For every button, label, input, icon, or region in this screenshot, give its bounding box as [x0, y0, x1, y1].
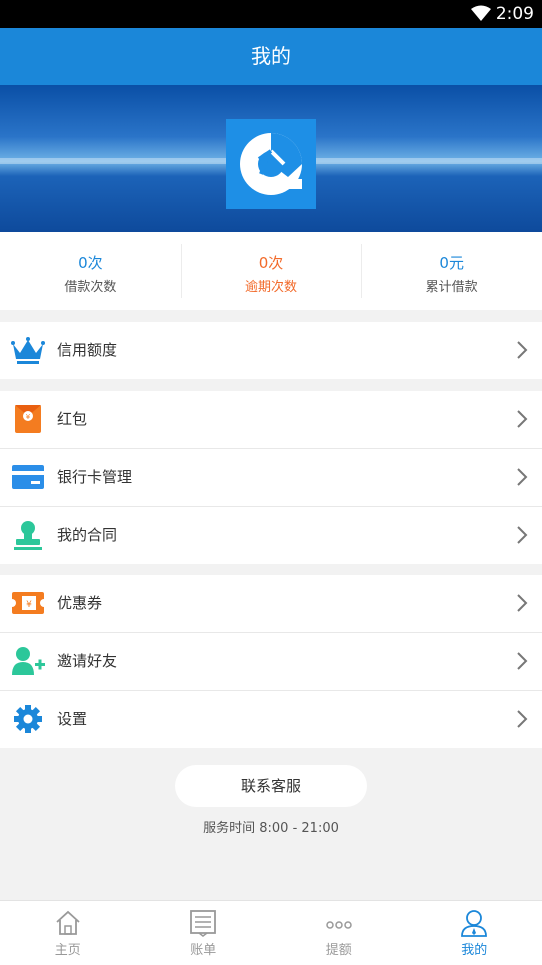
status-bar: 2:09: [0, 0, 542, 28]
menu-item-invite[interactable]: 邀请好友: [0, 633, 542, 691]
wifi-icon: [470, 5, 492, 22]
menu-label: 银行卡管理: [57, 449, 132, 506]
tab-home[interactable]: 主页: [0, 901, 136, 965]
menu-item-bank-card[interactable]: 银行卡管理: [0, 449, 542, 507]
svg-text:¥: ¥: [26, 413, 31, 421]
status-time: 2:09: [496, 4, 534, 24]
tab-raise-limit[interactable]: 提额: [271, 901, 407, 965]
page-title: 我的: [0, 28, 542, 85]
menu-label: 优惠券: [57, 575, 102, 632]
profile-icon: [460, 909, 488, 937]
chevron-right-icon: [516, 340, 528, 360]
chevron-right-icon: [516, 651, 528, 671]
contact-support-button[interactable]: 联系客服: [175, 765, 367, 807]
menu-label: 设置: [57, 691, 87, 748]
menu-item-credit-limit[interactable]: 信用额度: [0, 322, 542, 379]
bill-icon: [189, 909, 217, 937]
app-logo: [226, 119, 316, 209]
stat-value: 0次: [181, 252, 362, 273]
tab-label: 提额: [271, 939, 407, 958]
chevron-right-icon: [516, 467, 528, 487]
chevron-right-icon: [516, 593, 528, 613]
bank-card-icon: [11, 462, 45, 492]
stat-label: 借款次数: [0, 276, 181, 295]
menu-label: 红包: [57, 391, 87, 448]
chevron-right-icon: [516, 525, 528, 545]
tab-label: 账单: [136, 939, 272, 958]
add-user-icon: [11, 646, 45, 676]
service-hours: 服务时间 8:00 - 21:00: [0, 817, 542, 836]
crown-icon: [11, 335, 45, 365]
menu-item-contract[interactable]: 我的合同: [0, 507, 542, 564]
tab-label: 我的: [407, 939, 542, 958]
stat-overdue-count: 0次 逾期次数: [181, 232, 362, 310]
menu-label: 邀请好友: [57, 633, 117, 690]
menu-item-coupon[interactable]: ¥ 优惠券: [0, 575, 542, 633]
stamp-icon: [11, 520, 45, 550]
stat-loan-count: 0次 借款次数: [0, 232, 181, 310]
menu-group-credit: 信用额度: [0, 322, 542, 379]
menu-item-red-packet[interactable]: ¥ 红包: [0, 391, 542, 449]
chevron-right-icon: [516, 409, 528, 429]
stat-label: 累计借款: [361, 276, 542, 295]
tab-profile[interactable]: 我的: [407, 901, 542, 965]
stat-label: 逾期次数: [181, 276, 362, 295]
stat-total-borrowed: 0元 累计借款: [361, 232, 542, 310]
menu-group-extras: ¥ 优惠券 邀请好友 设置: [0, 575, 542, 748]
menu-item-settings[interactable]: 设置: [0, 691, 542, 748]
menu-label: 信用额度: [57, 322, 117, 379]
stats-panel: 0次 借款次数 0次 逾期次数 0元 累计借款: [0, 232, 542, 310]
tab-label: 主页: [0, 939, 136, 958]
menu-group-finance: ¥ 红包 银行卡管理 我的合同: [0, 391, 542, 564]
more-icon: [325, 909, 353, 937]
menu-label: 我的合同: [57, 507, 117, 564]
tab-bill[interactable]: 账单: [136, 901, 272, 965]
stat-value: 0次: [0, 252, 181, 273]
red-packet-icon: ¥: [11, 404, 45, 434]
gear-icon: [11, 704, 45, 734]
coupon-icon: ¥: [11, 588, 45, 618]
bottom-tab-bar: 主页 账单 提额 我的: [0, 900, 542, 965]
chevron-right-icon: [516, 709, 528, 729]
svg-text:¥: ¥: [26, 600, 32, 610]
home-icon: [54, 909, 82, 937]
stat-value: 0元: [361, 252, 542, 273]
profile-banner: [0, 85, 542, 232]
